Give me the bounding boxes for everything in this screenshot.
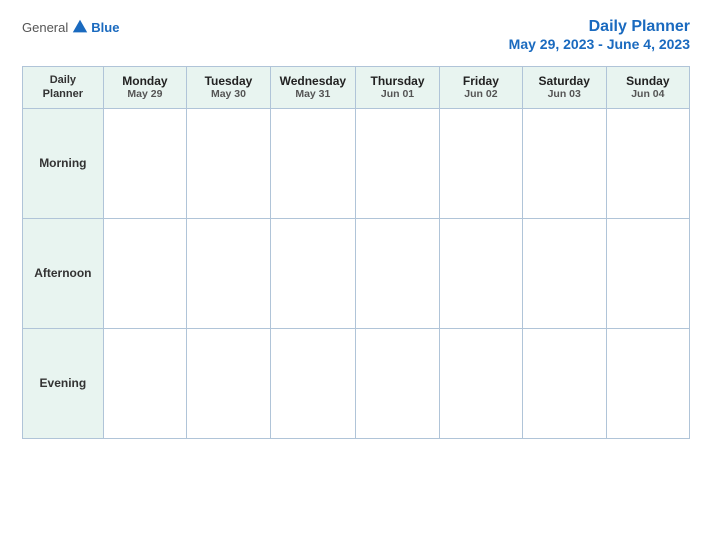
header-saturday: Saturday Jun 03 [522,67,606,109]
cell-afternoon-monday[interactable] [103,218,186,328]
label-morning: Morning [23,108,104,218]
planner-table: Daily Planner Monday May 29 Tuesday May … [22,66,690,439]
header-monday: Monday May 29 [103,67,186,109]
day-date-wednesday: May 31 [275,88,351,100]
planner-title: Daily Planner [509,18,690,36]
header-thursday: Thursday Jun 01 [355,67,439,109]
row-morning: Morning [23,108,690,218]
header: General Blue Daily Planner May 29, 2023 … [22,18,690,52]
logo-icon [71,18,89,36]
header-sunday: Sunday Jun 04 [606,67,689,109]
day-date-monday: May 29 [108,88,182,100]
cell-evening-tuesday[interactable] [187,328,271,438]
header-friday: Friday Jun 02 [440,67,523,109]
label-evening: Evening [23,328,104,438]
header-wednesday: Wednesday May 31 [270,67,355,109]
cell-morning-wednesday[interactable] [270,108,355,218]
cell-evening-wednesday[interactable] [270,328,355,438]
cell-afternoon-sunday[interactable] [606,218,689,328]
label-evening-text: Evening [40,376,87,390]
day-name-sunday: Sunday [611,74,685,88]
cell-afternoon-friday[interactable] [440,218,523,328]
day-name-friday: Friday [444,74,518,88]
logo-text: General Blue [22,18,119,36]
cell-evening-saturday[interactable] [522,328,606,438]
cell-evening-monday[interactable] [103,328,186,438]
cell-evening-friday[interactable] [440,328,523,438]
first-header-line1: Daily [50,74,76,86]
logo-general-text: General [22,20,68,35]
label-afternoon: Afternoon [23,218,104,328]
day-date-saturday: Jun 03 [527,88,602,100]
day-date-sunday: Jun 04 [611,88,685,100]
day-date-thursday: Jun 01 [360,88,435,100]
row-evening: Evening [23,328,690,438]
label-afternoon-text: Afternoon [34,266,91,280]
day-name-thursday: Thursday [360,74,435,88]
logo-area: General Blue [22,18,119,36]
title-area: Daily Planner May 29, 2023 - June 4, 202… [509,18,690,52]
cell-evening-sunday[interactable] [606,328,689,438]
planner-date-range: May 29, 2023 - June 4, 2023 [509,36,690,52]
cell-evening-thursday[interactable] [355,328,439,438]
first-header-cell: Daily Planner [23,67,104,109]
day-name-tuesday: Tuesday [191,74,266,88]
cell-afternoon-tuesday[interactable] [187,218,271,328]
cell-morning-friday[interactable] [440,108,523,218]
cell-morning-thursday[interactable] [355,108,439,218]
page: General Blue Daily Planner May 29, 2023 … [0,0,712,550]
row-afternoon: Afternoon [23,218,690,328]
first-header-line2: Planner [43,88,83,100]
day-name-wednesday: Wednesday [275,74,351,88]
cell-afternoon-saturday[interactable] [522,218,606,328]
cell-morning-monday[interactable] [103,108,186,218]
day-date-tuesday: May 30 [191,88,266,100]
day-date-friday: Jun 02 [444,88,518,100]
logo-blue-text: Blue [91,20,119,35]
day-name-saturday: Saturday [527,74,602,88]
cell-afternoon-wednesday[interactable] [270,218,355,328]
cell-morning-tuesday[interactable] [187,108,271,218]
cell-morning-sunday[interactable] [606,108,689,218]
table-header-row: Daily Planner Monday May 29 Tuesday May … [23,67,690,109]
label-morning-text: Morning [39,156,86,170]
cell-morning-saturday[interactable] [522,108,606,218]
header-tuesday: Tuesday May 30 [187,67,271,109]
day-name-monday: Monday [108,74,182,88]
cell-afternoon-thursday[interactable] [355,218,439,328]
